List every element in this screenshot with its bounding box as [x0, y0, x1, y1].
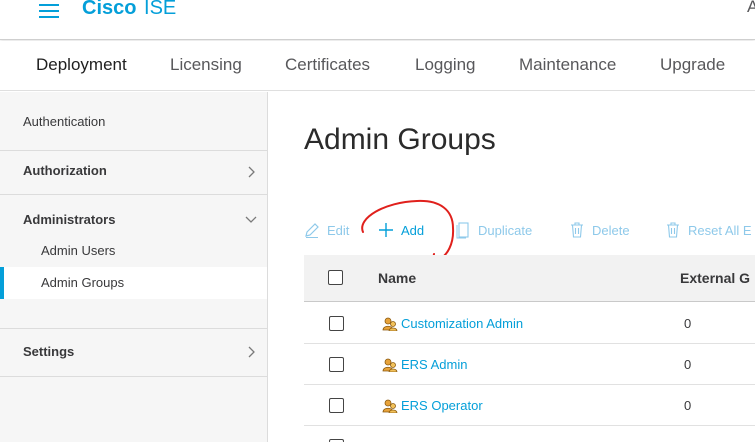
plus-icon	[379, 223, 393, 237]
brand-name: Cisco	[82, 0, 137, 19]
trash-icon	[571, 222, 583, 238]
reset-all-button[interactable]: Reset All E	[666, 221, 755, 239]
delete-button[interactable]: Delete	[570, 221, 634, 239]
trash-icon	[667, 222, 679, 238]
table-row[interactable]: ERS Admin 0	[304, 344, 755, 385]
delete-label: Delete	[592, 223, 630, 238]
add-label: Add	[401, 223, 425, 238]
tab-maintenance[interactable]: Maintenance	[519, 55, 616, 75]
chevron-right-icon	[248, 166, 255, 178]
tab-certificates[interactable]: Certificates	[285, 55, 370, 75]
sidebar-item-label: Settings	[23, 344, 75, 359]
table-row[interactable]: ERS Operator 0	[304, 385, 755, 426]
header-right-text[interactable]: A	[747, 0, 755, 17]
tab-bar: Deployment Licensing Certificates Loggin…	[0, 41, 755, 91]
page-title: Admin Groups	[304, 123, 496, 156]
sidebar-item-admin-users[interactable]: Admin Users	[0, 235, 267, 267]
edit-button[interactable]: Edit	[304, 221, 354, 239]
brand-logo[interactable]: Cisco ISE	[82, 0, 176, 20]
tab-upgrade[interactable]: Upgrade	[660, 55, 725, 75]
duplicate-label: Duplicate	[478, 223, 533, 238]
edit-label: Edit	[327, 223, 350, 238]
sidebar-item-authorization[interactable]: Authorization	[0, 150, 267, 194]
sidebar: Authentication Authorization Administrat…	[0, 92, 268, 442]
table-row-partial	[304, 426, 755, 442]
tab-logging[interactable]: Logging	[415, 55, 476, 75]
sidebar-item-label: Administrators	[23, 212, 116, 227]
chevron-right-icon	[248, 346, 255, 358]
external-groups-count: 0	[684, 357, 692, 372]
product-name: ISE	[144, 0, 177, 19]
group-name-link[interactable]: ERS Operator	[401, 398, 483, 413]
copy-icon	[456, 222, 469, 239]
top-header: Cisco ISE A	[0, 0, 755, 40]
sidebar-item-label: Admin Groups	[41, 275, 125, 290]
sidebar-item-administrators[interactable]: Administrators	[0, 195, 267, 237]
tab-licensing[interactable]: Licensing	[170, 55, 242, 75]
external-groups-count: 0	[684, 398, 692, 413]
sidebar-item-label: Authorization	[23, 163, 107, 178]
reset-all-label: Reset All E	[688, 223, 752, 238]
row-checkbox[interactable]	[329, 357, 344, 372]
group-name-link[interactable]: Customization Admin	[401, 316, 523, 331]
table-row[interactable]: Customization Admin 0	[304, 303, 755, 344]
column-header-external-groups[interactable]: External G	[680, 270, 750, 286]
sidebar-item-settings[interactable]: Settings	[0, 329, 267, 375]
hamburger-menu-icon[interactable]	[39, 4, 59, 18]
sidebar-item-label: Admin Users	[41, 243, 116, 258]
sidebar-item-authentication[interactable]: Authentication	[0, 114, 267, 134]
external-groups-count: 0	[684, 316, 692, 331]
column-header-name[interactable]: Name	[378, 270, 416, 286]
row-checkbox[interactable]	[329, 316, 344, 331]
row-checkbox[interactable]	[329, 398, 344, 413]
user-group-icon	[382, 317, 398, 331]
add-button[interactable]: Add	[377, 221, 429, 239]
tab-deployment[interactable]: Deployment	[36, 55, 127, 75]
sidebar-item-label: Authentication	[23, 114, 106, 129]
select-all-checkbox[interactable]	[328, 270, 343, 285]
group-name-link[interactable]: ERS Admin	[401, 357, 467, 372]
sidebar-item-admin-groups[interactable]: Admin Groups	[0, 267, 267, 299]
divider	[0, 376, 267, 377]
table-header: Name External G	[304, 255, 755, 302]
user-group-icon	[382, 399, 398, 413]
user-group-icon	[382, 358, 398, 372]
pencil-icon	[305, 223, 319, 238]
duplicate-button[interactable]: Duplicate	[456, 221, 536, 239]
chevron-down-icon	[245, 216, 257, 223]
